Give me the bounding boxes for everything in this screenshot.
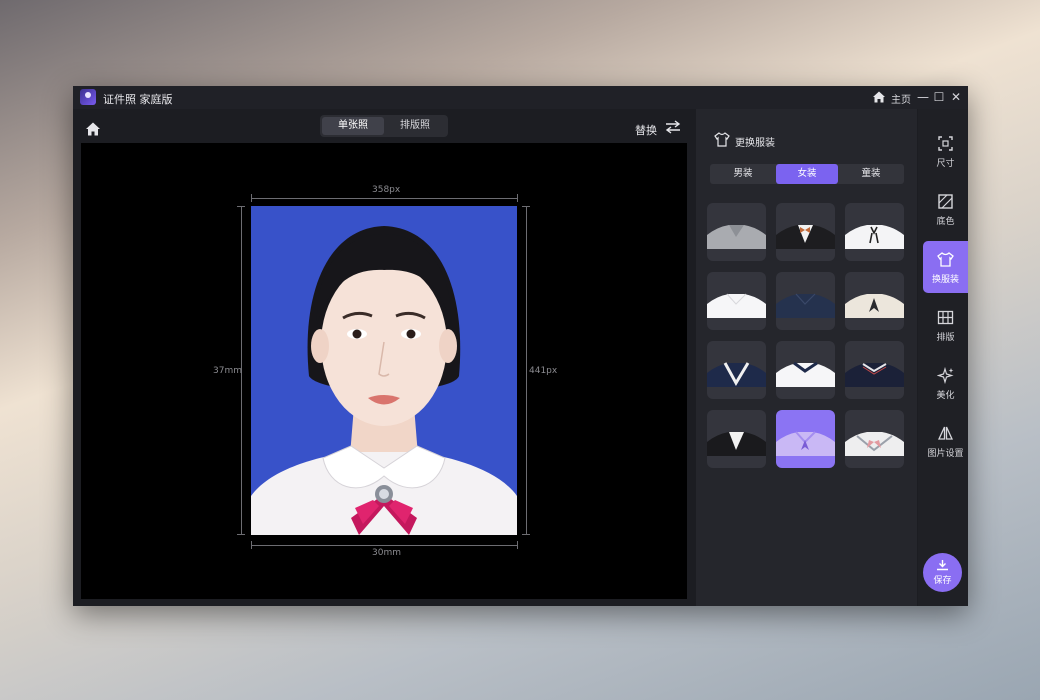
height-px-label: 441px — [529, 366, 558, 376]
image-settings-icon — [937, 426, 954, 440]
minimize-button[interactable]: — — [916, 90, 930, 104]
replace-button[interactable]: 替换 — [635, 122, 657, 138]
app-window: 证件照 家庭版 主页 — ☐ ✕ 单张照 排版照 替换 358px 37mm 4… — [73, 86, 968, 606]
app-title: 证件照 家庭版 — [103, 93, 173, 106]
home-icon[interactable] — [872, 90, 886, 104]
tab-children[interactable]: 童装 — [840, 164, 902, 184]
shirt-icon — [714, 132, 730, 147]
guide-tick — [237, 206, 245, 207]
sidebar-item-layout[interactable]: 排版 — [923, 299, 968, 351]
sidebar-item-label: 美化 — [936, 391, 955, 401]
download-icon — [937, 560, 948, 571]
title-bar: 证件照 家庭版 主页 — ☐ ✕ — [73, 86, 968, 109]
guide-tick — [237, 534, 245, 535]
guide-tick — [517, 541, 518, 549]
clothing-item-white-polo-navy-trim[interactable] — [776, 341, 835, 399]
clothing-item-beige-blouse-tie[interactable] — [845, 272, 904, 330]
sidebar-item-label: 图片设置 — [927, 449, 964, 459]
clothing-item-navy-sailor-collar[interactable] — [707, 341, 766, 399]
grid-layout-icon — [937, 310, 954, 325]
sidebar-item-label: 换服装 — [931, 275, 959, 285]
maximize-button[interactable]: ☐ — [932, 90, 946, 104]
sidebar-item-beautify[interactable]: 美化 — [923, 357, 968, 409]
tool-sidebar: 尺寸 底色 换服装 排版 美化 图片设置 保存 — [918, 109, 968, 606]
width-guide-top — [251, 198, 517, 199]
sidebar-item-label: 排版 — [936, 333, 955, 343]
guide-tick — [522, 206, 530, 207]
clothing-item-sailor-uniform-bow[interactable] — [845, 410, 904, 468]
swap-icon[interactable] — [665, 120, 681, 134]
height-mm-label: 37mm — [213, 366, 242, 376]
home-icon[interactable] — [85, 121, 101, 137]
close-button[interactable]: ✕ — [949, 90, 963, 104]
view-mode-toggle: 单张照 排版照 — [320, 115, 448, 137]
clothing-item-black-suit-bowtie[interactable] — [776, 203, 835, 261]
app-logo — [80, 89, 96, 105]
sidebar-item-size[interactable]: 尺寸 — [923, 125, 968, 177]
id-photo[interactable] — [251, 206, 517, 535]
preview-area: 单张照 排版照 替换 358px 37mm 441px 30mm — [73, 109, 695, 606]
width-mm-label: 30mm — [372, 548, 401, 558]
home-link[interactable]: 主页 — [891, 91, 911, 106]
guide-tick — [517, 194, 518, 202]
guide-tick — [251, 541, 252, 549]
sidebar-item-label: 尺寸 — [936, 159, 955, 169]
sidebar-item-image-settings[interactable]: 图片设置 — [923, 415, 968, 467]
save-label: 保存 — [933, 576, 952, 586]
clothing-item-white-shirt[interactable] — [707, 272, 766, 330]
guide-tick — [251, 194, 252, 202]
sidebar-item-background-color[interactable]: 底色 — [923, 183, 968, 235]
background-color-icon — [938, 194, 953, 209]
tab-layout-photo[interactable]: 排版照 — [384, 117, 446, 135]
crop-icon — [938, 136, 953, 151]
clothing-category-tabs: 男装 女装 童装 — [710, 164, 904, 184]
clothing-panel: 更换服装 男装 女装 童装 — [696, 109, 917, 606]
shirt-icon — [937, 252, 954, 267]
clothing-item-navy-shirt[interactable] — [776, 272, 835, 330]
clothing-item-gray-shirt[interactable] — [707, 203, 766, 261]
tab-women[interactable]: 女装 — [776, 164, 838, 184]
clothing-item-white-blouse-ribbon[interactable] — [845, 203, 904, 261]
sidebar-item-label: 底色 — [936, 217, 955, 227]
photo-canvas: 358px 37mm 441px 30mm — [81, 143, 687, 599]
width-px-label: 358px — [372, 185, 401, 195]
clothing-item-black-blazer[interactable] — [707, 410, 766, 468]
save-button[interactable]: 保存 — [923, 553, 962, 592]
tab-single-photo[interactable]: 单张照 — [322, 117, 384, 135]
panel-title: 更换服装 — [735, 138, 775, 149]
width-guide-bottom — [251, 545, 517, 546]
sparkle-icon — [937, 367, 954, 384]
tab-men[interactable]: 男装 — [712, 164, 774, 184]
guide-tick — [522, 534, 530, 535]
clothing-item-navy-polo-striped[interactable] — [845, 341, 904, 399]
height-guide-right — [526, 206, 527, 535]
clothing-item-lavender-blouse[interactable] — [776, 410, 835, 468]
sidebar-item-change-clothes[interactable]: 换服装 — [923, 241, 968, 293]
